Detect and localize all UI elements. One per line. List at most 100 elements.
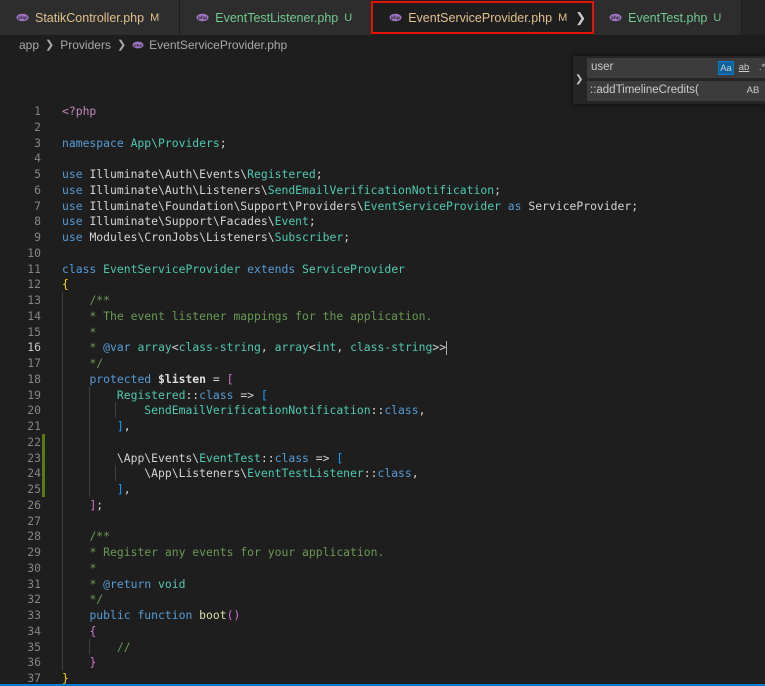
breadcrumb-chevron-icon: ❯ (45, 39, 55, 51)
breadcrumb-item[interactable]: EventServiceProvider.php (149, 38, 287, 52)
tab-label: StatikController.php (35, 10, 145, 25)
code-line[interactable]: 2 (0, 119, 765, 135)
code-line[interactable]: 13 /** (0, 292, 765, 308)
code-line[interactable]: 7 use Illuminate\Foundation\Support\Provi… (0, 198, 765, 214)
svg-text:php: php (18, 15, 27, 20)
code-line[interactable]: 36 } (0, 654, 765, 670)
git-status-badge: M (150, 11, 160, 24)
code-line[interactable]: 18 protected $listen = [ (0, 371, 765, 387)
line-number: 8 (34, 214, 41, 229)
indent-guide (89, 386, 90, 497)
code-text: public function boot() (89, 608, 241, 622)
code-line[interactable]: 23 \App\Events\EventTest::class => [ (0, 450, 765, 466)
replace-input[interactable]: ::addTimelineCredits( AB (587, 81, 765, 101)
line-number: 6 (34, 182, 41, 197)
code-line[interactable]: 16 * @var array<class-string, array<int,… (0, 339, 765, 355)
code-text: * @return void (89, 576, 186, 591)
code-line[interactable]: 29 * Register any events for your applic… (0, 544, 765, 560)
svg-text:php: php (391, 15, 400, 20)
code-text: \App\Events\EventTest::class => [ (116, 450, 344, 465)
code-text: use Illuminate\Auth\Listeners\SendEmailV… (62, 182, 501, 197)
breadcrumb-item[interactable]: app (19, 38, 39, 52)
line-number: 18 (27, 371, 41, 386)
code-line[interactable]: 14 * The event listener mappings for the… (0, 308, 765, 324)
code-line[interactable]: 12 { (0, 276, 765, 292)
match-whole-word-button[interactable]: ab (736, 61, 752, 75)
code-line[interactable]: 9 use Modules\CronJobs\Listeners\Subscrib… (0, 229, 765, 245)
line-number: 30 (27, 560, 41, 575)
line-number: 36 (27, 655, 41, 670)
code-line[interactable]: 8 use Illuminate\Support\Facades\Event; (0, 213, 765, 229)
svg-text:php: php (134, 42, 142, 47)
line-number: 17 (27, 356, 41, 370)
line-number: 2 (34, 119, 41, 134)
code-line[interactable]: 11 class EventServiceProvider extends Ser… (0, 261, 765, 277)
indent-guide (115, 465, 116, 481)
code-line[interactable]: 21 ], (0, 418, 765, 434)
preserve-case-button[interactable]: AB (746, 84, 760, 98)
code-text: { (62, 277, 69, 292)
code-line[interactable]: 4 (0, 150, 765, 166)
code-line[interactable]: 31 * @return void (0, 576, 765, 592)
code-text: use Modules\CronJobs\Listeners\Subscribe… (62, 230, 351, 244)
line-number: 12 (27, 277, 41, 292)
code-line[interactable]: 19 Registered::class => [ (0, 387, 765, 403)
tab-1[interactable]: php EventTestListener.php U (180, 0, 374, 35)
tab-label: EventTestListener.php (215, 10, 339, 25)
git-added-lines-indicator[interactable] (42, 433, 45, 497)
code-line[interactable]: 28 /** (0, 528, 765, 544)
code-line[interactable]: 17 */ (0, 355, 765, 371)
line-number: 9 (34, 230, 41, 244)
code-line[interactable]: 32 */ (0, 591, 765, 607)
code-line[interactable]: 15 * (0, 324, 765, 340)
tab-label: EventServiceProvider.php (408, 10, 553, 25)
line-number: 29 (27, 545, 41, 559)
line-number: 14 (27, 308, 41, 323)
tab-close-icon[interactable]: ❯ (575, 10, 586, 26)
breadcrumb-chevron-icon: ❯ (116, 39, 127, 51)
indent-guide (115, 402, 116, 418)
code-line[interactable]: 22 (0, 434, 765, 450)
tab-0[interactable]: php StatikController.php M (0, 0, 181, 35)
line-number: 19 (27, 387, 41, 402)
code-line[interactable]: 5 use Illuminate\Auth\Events\Registered; (0, 166, 765, 182)
line-number: 26 (27, 497, 41, 512)
line-number: 34 (27, 623, 41, 638)
code-text: Registered::class => [ (116, 387, 268, 402)
code-text: */ (89, 592, 104, 607)
code-line[interactable]: 27 (0, 513, 765, 529)
code-line[interactable]: 3 namespace App\Providers; (0, 135, 765, 151)
code-text: ], (116, 482, 131, 496)
code-editor[interactable]: 1 <?php 2 3 namespace App\Providers; 4 5 use Il… (0, 56, 765, 686)
use-regex-button[interactable]: .* (754, 61, 765, 75)
toggle-replace-chevron-icon[interactable]: ❯ (575, 74, 587, 86)
line-number: 15 (27, 324, 41, 339)
code-line[interactable]: 6 use Illuminate\Auth\Listeners\SendEmail… (0, 182, 765, 198)
find-replace-widget: ❯ user Aa ab .* ::addTimelineCredits( AB (573, 56, 765, 104)
find-input[interactable]: user Aa ab .* (587, 58, 765, 78)
breadcrumb-item[interactable]: Providers (60, 38, 111, 52)
code-line[interactable]: 10 (0, 245, 765, 261)
code-line[interactable]: 34 { (0, 623, 765, 639)
code-text: <?php (62, 104, 97, 118)
line-number: 13 (27, 293, 41, 307)
find-input-value: user (591, 61, 614, 73)
code-text: SendEmailVerificationNotification::class… (144, 403, 426, 418)
tab-3[interactable]: php EventTest.php U (593, 0, 743, 35)
line-number: 33 (27, 608, 41, 622)
tab-label: EventTest.php (628, 10, 708, 25)
php-file-icon: php (16, 13, 29, 22)
code-line[interactable]: 30 * (0, 560, 765, 576)
code-line[interactable]: 33 public function boot() (0, 607, 765, 623)
svg-text:php: php (611, 15, 620, 20)
php-file-icon: php (132, 41, 144, 48)
line-number: 3 (34, 135, 41, 150)
code-line[interactable]: 25 ], (0, 481, 765, 497)
tab-2[interactable]: php EventServiceProvider.php M ❯ (371, 0, 595, 35)
match-case-button[interactable]: Aa (718, 61, 734, 75)
code-line[interactable]: 1 <?php (0, 103, 765, 119)
code-text: } (89, 655, 97, 670)
code-line[interactable]: 35 // (0, 639, 765, 655)
code-line[interactable]: 26 ]; (0, 497, 765, 513)
line-number: 32 (27, 592, 41, 607)
